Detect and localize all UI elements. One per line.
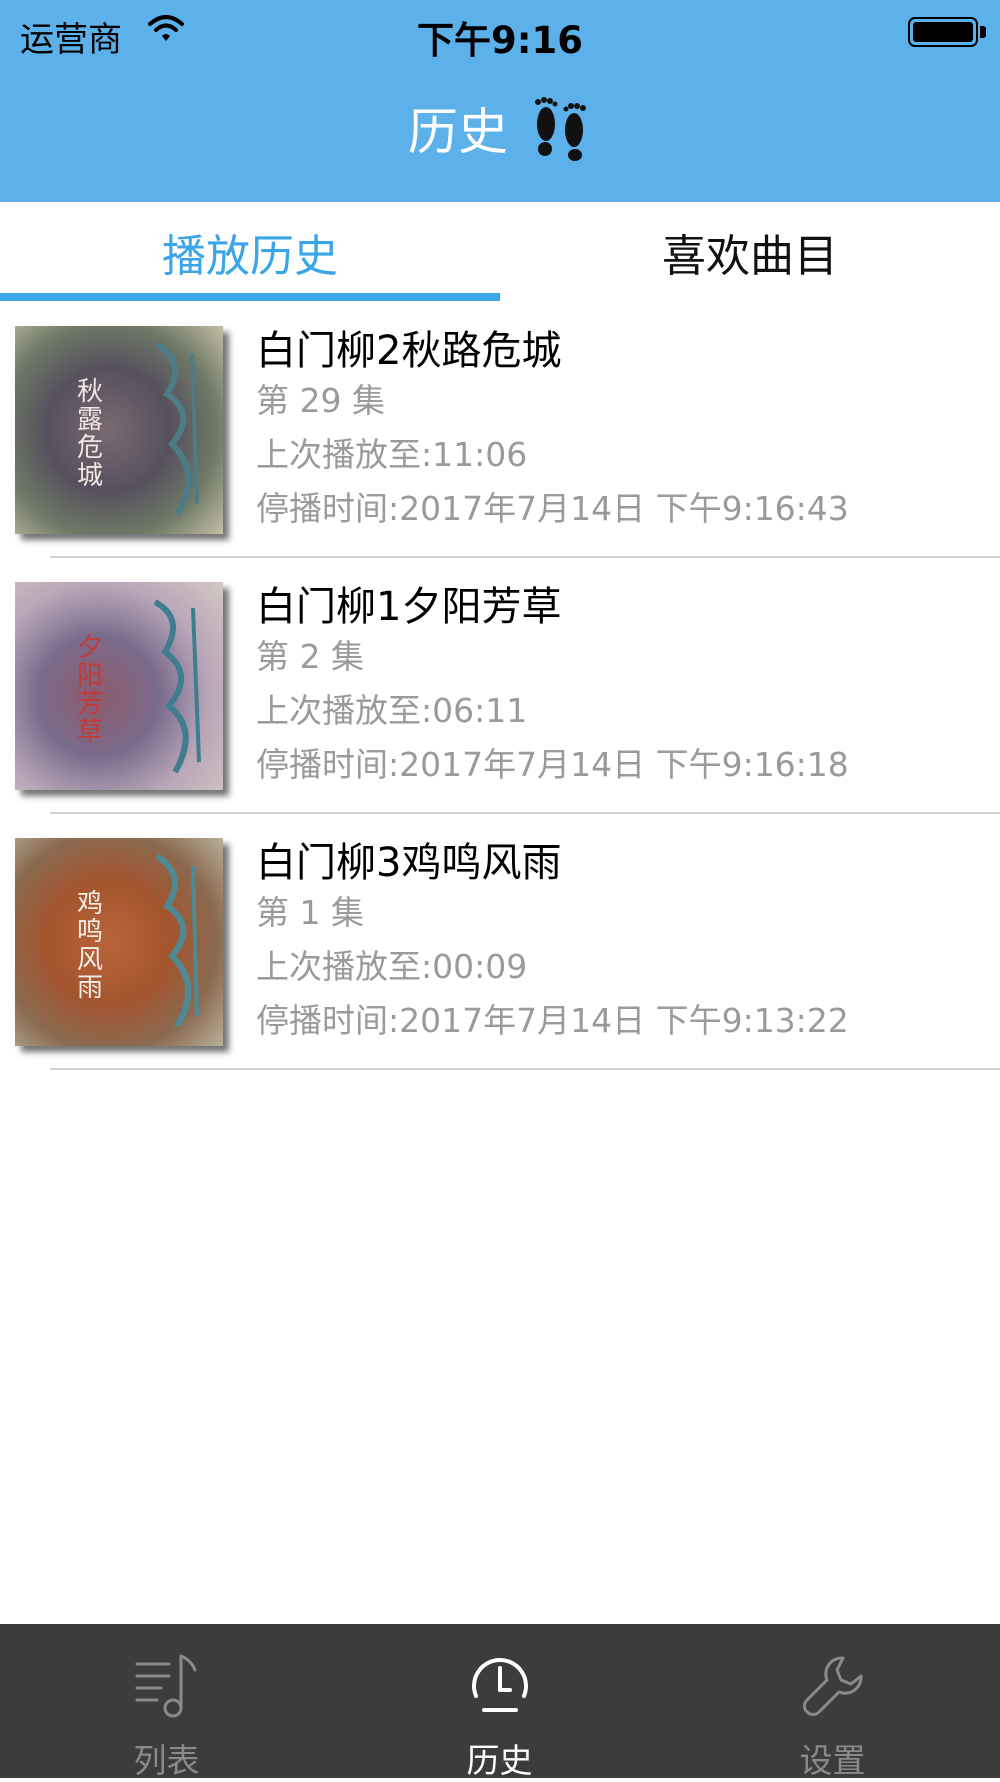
tabbar-item-history[interactable]: 历史 xyxy=(333,1624,666,1780)
battery-icon xyxy=(908,17,978,47)
item-title: 白门柳1夕阳芳草 xyxy=(256,584,562,630)
item-last-position: 上次播放至:11:06 xyxy=(256,435,528,474)
item-episode: 第 1 集 xyxy=(256,893,364,932)
tab-play-history[interactable]: 播放历史 xyxy=(0,220,500,284)
list-item[interactable]: 鸡鸣风雨 白门柳3鸡鸣风雨 第 1 集 上次播放至:00:09 停播时间:201… xyxy=(0,814,1000,1070)
album-cover: 鸡鸣风雨 xyxy=(15,838,223,1046)
page-title: 历史 xyxy=(0,92,1000,164)
row-divider xyxy=(50,1068,1000,1070)
page-title-text: 历史 xyxy=(408,103,509,161)
item-title: 白门柳3鸡鸣风雨 xyxy=(256,840,562,886)
item-title: 白门柳2秋路危城 xyxy=(256,328,562,374)
item-last-position: 上次播放至:00:09 xyxy=(256,947,528,986)
item-last-position: 上次播放至:06:11 xyxy=(256,691,528,730)
tabbar-label: 列表 xyxy=(133,1741,200,1780)
item-episode: 第 29 集 xyxy=(256,381,385,420)
battery-tip xyxy=(980,26,986,38)
tab-bar: 列表 历史 设置 xyxy=(0,1624,1000,1780)
item-info: 白门柳2秋路危城 第 29 集 上次播放至:11:06 停播时间:2017年7月… xyxy=(256,318,849,536)
navigation-bar: 运营商 下午9:16 历史 xyxy=(0,0,1000,202)
status-bar: 运营商 下午9:16 xyxy=(0,0,1000,70)
history-list: 秋露危城 白门柳2秋路危城 第 29 集 上次播放至:11:06 停播时间:20… xyxy=(0,302,1000,1070)
footprints-icon xyxy=(534,97,586,161)
tab-indicator xyxy=(0,293,500,301)
tabbar-item-settings[interactable]: 设置 xyxy=(666,1624,999,1780)
item-info: 白门柳1夕阳芳草 第 2 集 上次播放至:06:11 停播时间:2017年7月1… xyxy=(256,574,849,792)
tabbar-label: 设置 xyxy=(799,1741,866,1780)
item-stopped-at: 停播时间:2017年7月14日 下午9:16:43 xyxy=(256,489,849,528)
tabbar-label: 历史 xyxy=(466,1741,533,1780)
music-list-icon xyxy=(135,1654,196,1718)
item-stopped-at: 停播时间:2017年7月14日 下午9:16:18 xyxy=(256,745,849,784)
cover-calligraphy xyxy=(155,341,199,516)
cover-calligraphy xyxy=(155,853,199,1028)
tab-favorites[interactable]: 喜欢曲目 xyxy=(500,220,1000,284)
album-cover: 秋露危城 xyxy=(15,326,223,534)
cover-title: 鸡鸣风雨 xyxy=(76,889,103,1003)
album-cover: 夕阳芳草 xyxy=(15,582,223,790)
cover-title: 秋露危城 xyxy=(76,377,103,491)
item-info: 白门柳3鸡鸣风雨 第 1 集 上次播放至:00:09 停播时间:2017年7月1… xyxy=(256,830,849,1048)
list-item[interactable]: 夕阳芳草 白门柳1夕阳芳草 第 2 集 上次播放至:06:11 停播时间:201… xyxy=(0,558,1000,814)
status-time: 下午9:16 xyxy=(416,19,584,62)
item-stopped-at: 停播时间:2017年7月14日 下午9:13:22 xyxy=(256,1001,849,1040)
cover-title: 夕阳芳草 xyxy=(76,633,103,747)
list-item[interactable]: 秋露危城 白门柳2秋路危城 第 29 集 上次播放至:11:06 停播时间:20… xyxy=(0,302,1000,558)
segment-tabs: 播放历史 喜欢曲目 xyxy=(0,202,1000,302)
item-episode: 第 2 集 xyxy=(256,637,364,676)
tabbar-item-list[interactable]: 列表 xyxy=(0,1624,333,1780)
cover-calligraphy xyxy=(153,599,201,774)
clock-icon xyxy=(471,1658,528,1712)
wrench-icon xyxy=(802,1656,863,1716)
